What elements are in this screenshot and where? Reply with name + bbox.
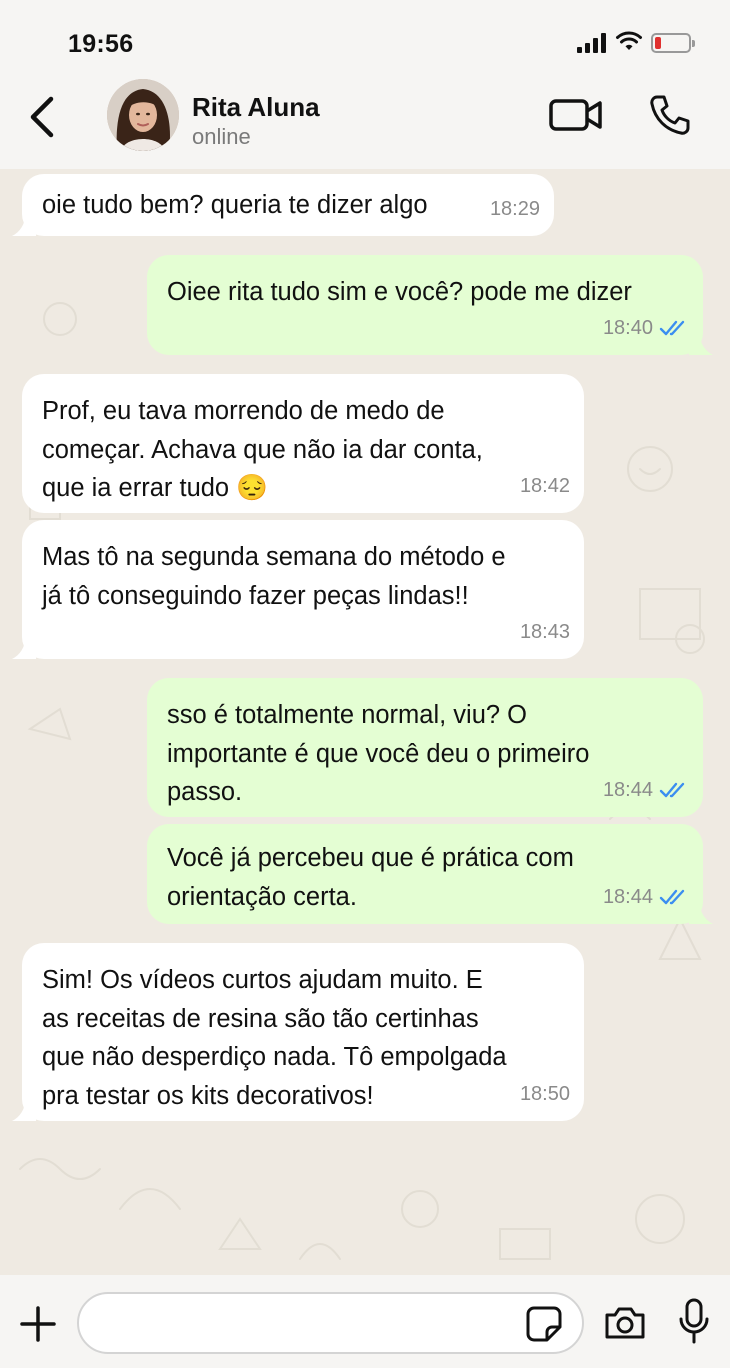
message-line: pra testar os kits decorativos! bbox=[42, 1081, 374, 1110]
camera-icon[interactable] bbox=[603, 1305, 647, 1341]
bubble-tail bbox=[12, 1099, 36, 1121]
message-input[interactable] bbox=[77, 1292, 584, 1354]
chat-header: Rita Aluna online bbox=[0, 75, 730, 169]
message-line: importante é que você deu o primeiro bbox=[167, 739, 590, 768]
phone-call-icon[interactable] bbox=[648, 93, 692, 137]
bubble-tail bbox=[689, 902, 713, 924]
battery-icon bbox=[651, 33, 696, 53]
bubble-tail bbox=[12, 214, 36, 236]
message-meta: 18:29 bbox=[490, 190, 540, 229]
message-text: sso é totalmente normal, viu? O importan… bbox=[167, 696, 589, 812]
status-time: 19:56 bbox=[68, 30, 134, 58]
contact-name[interactable]: Rita Aluna bbox=[192, 92, 320, 123]
message-text: Sim! Os vídeos curtos ajudam muito. E as… bbox=[42, 961, 507, 1115]
contact-status: online bbox=[192, 124, 251, 149]
read-receipt-icon bbox=[659, 889, 685, 904]
sticker-icon[interactable] bbox=[525, 1305, 563, 1343]
wifi-icon bbox=[616, 31, 642, 50]
message-line: as receitas de resina são tão certinhas bbox=[42, 1004, 479, 1033]
message-time: 18:43 bbox=[519, 620, 570, 643]
bubble-tail bbox=[12, 637, 36, 659]
message-line: passo. bbox=[167, 778, 243, 806]
message-line: começar. Achava que não ia dar conta, bbox=[42, 435, 483, 464]
message-time: 18:42 bbox=[519, 474, 570, 497]
message-text: oie tudo bem? queria te dizer algo bbox=[42, 186, 428, 225]
status-bar: 19:56 bbox=[0, 0, 730, 75]
message-meta: 18:50 bbox=[520, 1075, 570, 1114]
message-bubble-outgoing[interactable]: sso é totalmente normal, viu? O importan… bbox=[147, 678, 703, 817]
message-meta: 18:42 bbox=[520, 467, 570, 506]
message-line: oie tudo bem? queria te dizer algo bbox=[42, 191, 428, 219]
contact-avatar[interactable] bbox=[107, 79, 179, 151]
message-meta: 18:44 bbox=[603, 771, 689, 810]
message-text: Mas tô na segunda semana do método e já … bbox=[42, 538, 506, 615]
message-text: Prof, eu tava morrendo de medo de começa… bbox=[42, 392, 483, 508]
plus-icon[interactable] bbox=[20, 1306, 56, 1342]
message-line: Mas tô na segunda semana do método e bbox=[42, 543, 506, 571]
message-line: orientação certa. bbox=[167, 882, 357, 911]
message-meta: 18:44 bbox=[603, 878, 689, 917]
microphone-icon[interactable] bbox=[678, 1297, 710, 1345]
message-meta: 18:40 bbox=[603, 309, 689, 348]
message-composer bbox=[0, 1275, 730, 1368]
back-chevron-icon[interactable] bbox=[27, 95, 57, 139]
message-bubble-incoming[interactable]: Sim! Os vídeos curtos ajudam muito. E as… bbox=[12, 943, 584, 1121]
message-time: 18:44 bbox=[602, 885, 653, 908]
message-time: 18:44 bbox=[602, 778, 653, 801]
message-bubble-incoming[interactable]: Mas tô na segunda semana do método e já … bbox=[12, 520, 584, 659]
message-line: já tô conseguindo fazer peças lindas!! bbox=[42, 581, 469, 610]
message-text: Oiee rita tudo sim e você? pode me dizer bbox=[167, 273, 632, 312]
cellular-signal-icon bbox=[577, 33, 609, 53]
read-receipt-icon bbox=[659, 782, 685, 797]
message-bubble-incoming[interactable]: Prof, eu tava morrendo de medo de começa… bbox=[22, 374, 584, 513]
message-line: sso é totalmente normal, viu? O bbox=[167, 701, 528, 729]
message-text: Você já percebeu que é prática com orien… bbox=[167, 839, 574, 916]
read-receipt-icon bbox=[659, 320, 685, 335]
message-line: Oiee rita tudo sim e você? pode me dizer bbox=[167, 278, 632, 306]
message-bubble-outgoing[interactable]: Você já percebeu que é prática com orien… bbox=[147, 824, 713, 924]
message-line: que ia errar tudo 😔 bbox=[42, 474, 268, 502]
message-bubble-outgoing[interactable]: Oiee rita tudo sim e você? pode me dizer… bbox=[147, 255, 713, 355]
message-time: 18:50 bbox=[519, 1082, 570, 1105]
video-call-icon[interactable] bbox=[548, 97, 604, 133]
bubble-tail bbox=[689, 333, 713, 355]
message-time: 18:40 bbox=[602, 316, 653, 339]
message-line: Prof, eu tava morrendo de medo de bbox=[42, 397, 445, 425]
message-line: Você já percebeu que é prática com bbox=[167, 844, 574, 872]
chat-area[interactable]: oie tudo bem? queria te dizer algo 18:29… bbox=[0, 169, 730, 1275]
message-line: que não desperdiço nada. Tô empolgada bbox=[42, 1043, 507, 1071]
message-line: Sim! Os vídeos curtos ajudam muito. E bbox=[42, 966, 483, 994]
message-time: 18:29 bbox=[489, 197, 540, 220]
message-bubble-incoming[interactable]: oie tudo bem? queria te dizer algo 18:29 bbox=[12, 174, 554, 236]
message-meta: 18:43 bbox=[520, 613, 570, 652]
